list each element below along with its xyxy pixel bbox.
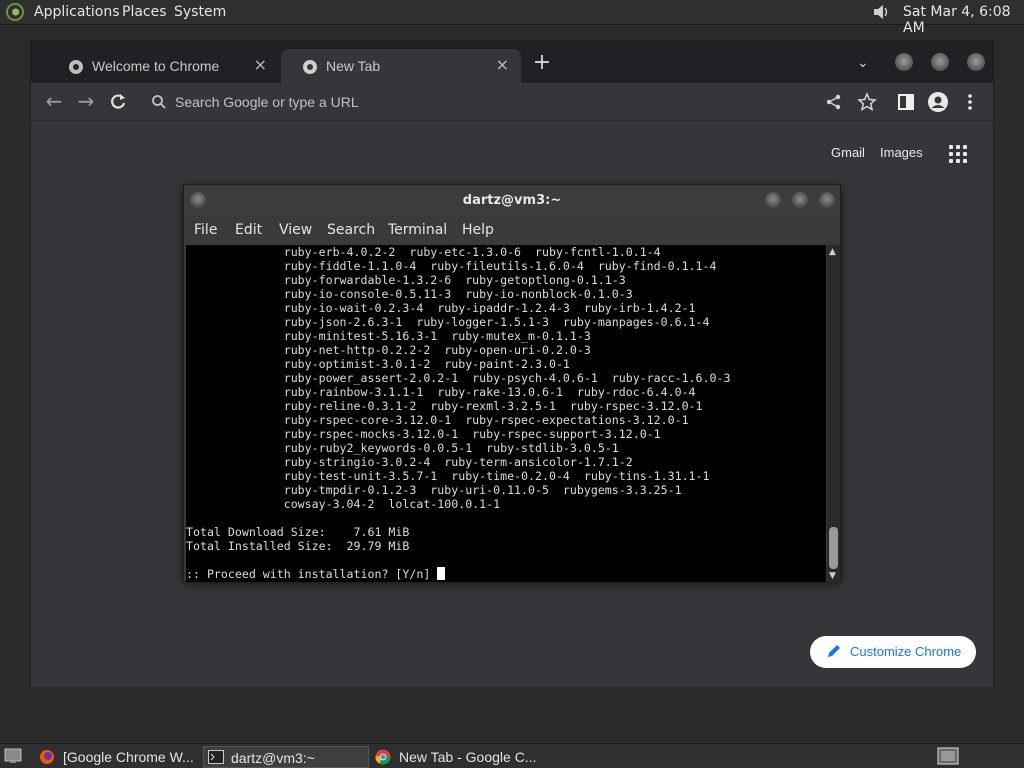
terminal-scrollbar[interactable]: ▲ ▼	[827, 245, 840, 582]
tab-close-icon[interactable]: ×	[496, 55, 509, 74]
side-panel-icon[interactable]	[895, 91, 917, 113]
taskbar-item-terminal[interactable]: dartz@vm3:~	[203, 746, 369, 768]
terminal-line: cowsay-3.04-2 lolcat-100.0.1-1	[186, 497, 501, 511]
terminal-line: ruby-tmpdir-0.1.2-3 ruby-uri-0.11.0-5 ru…	[186, 483, 682, 497]
customize-chrome-label: Customize Chrome	[850, 644, 962, 659]
terminal-line: ruby-io-console-0.5.11-3 ruby-io-nonbloc…	[186, 287, 633, 301]
terminal-line: ruby-net-http-0.2.2-2 ruby-open-uri-0.2.…	[186, 343, 591, 357]
tab-title: Welcome to Chrome	[92, 58, 220, 74]
taskbar-label: dartz@vm3:~	[231, 750, 315, 766]
close-button[interactable]	[819, 192, 835, 208]
tab-new-tab[interactable]: New Tab ×	[281, 49, 521, 83]
chrome-icon	[375, 749, 391, 765]
new-tab-button[interactable]: +	[531, 52, 553, 75]
terminal-line: ruby-stringio-3.0.2-4 ruby-term-ansicolo…	[186, 455, 633, 469]
terminal-text: ruby-erb-4.0.2-2 ruby-etc-1.3.0-6 ruby-f…	[186, 245, 826, 581]
omnibox-placeholder: Search Google or type a URL	[175, 94, 359, 110]
terminal-line: ruby-fiddle-1.1.0-4 ruby-fileutils-1.6.0…	[186, 259, 717, 273]
tab-close-icon[interactable]: ×	[254, 55, 267, 74]
search-icon	[152, 95, 166, 109]
profile-avatar-icon[interactable]	[927, 91, 949, 113]
top-panel: Applications Places System Sat Mar 4, 6:…	[0, 0, 1024, 36]
tab-welcome-to-chrome[interactable]: Welcome to Chrome ×	[47, 49, 279, 83]
maximize-button[interactable]	[792, 192, 808, 208]
terminal-line: ruby-forwardable-1.3.2-6 ruby-getoptlong…	[186, 273, 626, 287]
distro-logo-icon[interactable]	[6, 3, 24, 21]
terminal-line: ruby-io-wait-0.2.3-4 ruby-ipaddr-1.2.4-3…	[186, 301, 696, 315]
system-menu[interactable]: System	[174, 4, 226, 20]
terminal-output[interactable]: ruby-erb-4.0.2-2 ruby-etc-1.3.0-6 ruby-f…	[186, 245, 826, 582]
clock[interactable]: Sat Mar 4, 6:08 AM	[903, 4, 1024, 36]
maximize-button[interactable]	[931, 53, 949, 71]
terminal-line: ruby-rainbow-3.1.1-1 ruby-rake-13.0.6-1 …	[186, 385, 696, 399]
chrome-favicon-icon	[69, 60, 83, 74]
minimize-button[interactable]	[895, 53, 913, 71]
menu-file[interactable]: File	[194, 222, 217, 238]
reload-icon[interactable]	[107, 91, 129, 113]
menu-edit[interactable]: Edit	[235, 222, 262, 238]
tab-search-chevron-icon[interactable]: ⌄	[857, 55, 869, 71]
terminal-line: Total Installed Size: 29.79 MiB	[186, 539, 410, 553]
terminal-line: Total Download Size: 7.61 MiB	[186, 525, 410, 539]
bookmark-star-icon[interactable]	[856, 91, 878, 113]
menu-terminal[interactable]: Terminal	[388, 222, 447, 238]
terminal-line: ruby-rspec-core-3.12.0-1 ruby-rspec-expe…	[186, 413, 689, 427]
minimize-button[interactable]	[765, 192, 781, 208]
terminal-line: ruby-erb-4.0.2-2 ruby-etc-1.3.0-6 ruby-f…	[186, 245, 661, 259]
chrome-favicon-icon	[303, 60, 317, 74]
applications-menu[interactable]: Applications	[34, 4, 120, 20]
tab-title: New Tab	[326, 58, 381, 74]
menu-help[interactable]: Help	[462, 222, 494, 238]
share-icon[interactable]	[823, 91, 845, 113]
places-menu[interactable]: Places	[122, 4, 167, 20]
terminal-cursor	[437, 567, 446, 580]
volume-icon[interactable]	[872, 3, 890, 21]
close-window-button[interactable]	[967, 53, 985, 71]
terminal-icon	[208, 750, 224, 764]
omnibox[interactable]: Search Google or type a URL	[143, 87, 853, 117]
terminal-line: ruby-minitest-5.16.3-1 ruby-mutex_m-0.1.…	[186, 329, 591, 343]
browser-toolbar: ← → Search Google or type a URL	[31, 83, 993, 121]
workspace-switcher-icon[interactable]	[937, 747, 959, 765]
terminal-title: dartz@vm3:~	[462, 193, 562, 208]
scroll-up-arrow-icon[interactable]: ▲	[829, 247, 836, 257]
menu-view[interactable]: View	[279, 222, 312, 238]
gmail-link[interactable]: Gmail	[831, 145, 865, 160]
taskbar-item-chrome-welcome[interactable]: [Google Chrome W...	[36, 746, 200, 768]
terminal-line: ruby-optimist-3.0.1-2 ruby-paint-2.3.0-1	[186, 357, 570, 371]
pencil-icon	[828, 645, 840, 657]
show-desktop-icon[interactable]	[4, 748, 22, 764]
firefox-icon	[40, 750, 54, 764]
kebab-menu-icon[interactable]	[959, 91, 981, 113]
menu-search[interactable]: Search	[327, 222, 375, 238]
terminal-line: ruby-power_assert-2.0.2-1 ruby-psych-4.0…	[186, 371, 731, 385]
scrollbar-thumb[interactable]	[829, 527, 838, 569]
bottom-panel: [Google Chrome W... dartz@vm3:~ New Tab …	[0, 743, 1024, 768]
customize-chrome-button[interactable]: Customize Chrome	[810, 636, 976, 668]
terminal-line: ruby-reline-0.3.1-2 ruby-rexml-3.2.5-1 r…	[186, 399, 703, 413]
terminal-menubar: File Edit View Search Terminal Help	[184, 215, 840, 245]
terminal-window: dartz@vm3:~ File Edit View Search Termin…	[183, 184, 841, 582]
images-link[interactable]: Images	[880, 145, 923, 160]
terminal-line: ruby-rspec-mocks-3.12.0-1 ruby-rspec-sup…	[186, 427, 661, 441]
terminal-line: ruby-json-2.6.3-1 ruby-logger-1.5.1-3 ru…	[186, 315, 710, 329]
forward-arrow-icon[interactable]: →	[75, 91, 97, 113]
back-arrow-icon[interactable]: ←	[43, 91, 65, 113]
google-apps-grid-icon[interactable]	[949, 145, 967, 163]
scroll-down-arrow-icon[interactable]: ▼	[829, 571, 836, 581]
taskbar-label: [Google Chrome W...	[63, 749, 194, 765]
tab-strip: Welcome to Chrome × New Tab × + ⌄	[31, 41, 993, 83]
terminal-line: :: Proceed with installation? [Y/n]	[186, 567, 826, 581]
terminal-line: ruby-test-unit-3.5.7-1 ruby-time-0.2.0-4…	[186, 469, 710, 483]
taskbar-item-new-tab[interactable]: New Tab - Google C...	[372, 746, 537, 768]
taskbar-label: New Tab - Google C...	[399, 749, 537, 765]
terminal-line: ruby-ruby2_keywords-0.0.5-1 ruby-stdlib-…	[186, 441, 619, 455]
terminal-titlebar[interactable]: dartz@vm3:~	[184, 185, 840, 215]
